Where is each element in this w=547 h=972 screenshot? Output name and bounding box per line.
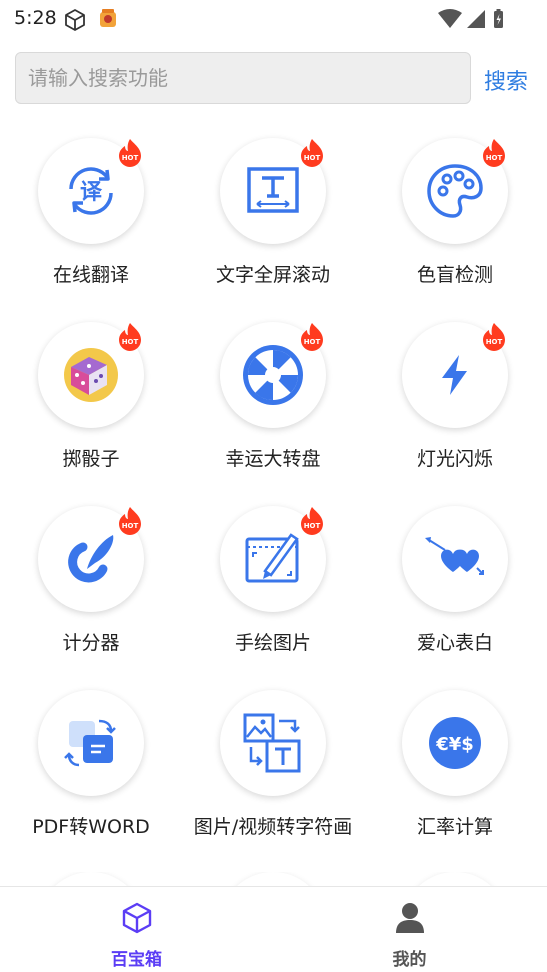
hot-badge-icon: HOT <box>119 323 141 351</box>
svg-text:HOT: HOT <box>486 154 503 162</box>
tool-label: 在线翻译 <box>52 264 129 286</box>
hot-badge-icon: HOT <box>483 139 505 167</box>
tool-label: 图片/视频转字符画 <box>193 816 353 838</box>
tab-label: 百宝箱 <box>111 950 162 970</box>
palette-icon <box>427 164 483 218</box>
tool-icon-circle: €¥$ <box>402 690 508 796</box>
drawing-icon <box>245 533 299 583</box>
tool-label: 爱心表白 <box>416 632 493 654</box>
tab-label: 我的 <box>392 950 427 970</box>
wifi-icon <box>438 9 503 28</box>
score-icon <box>68 535 114 583</box>
search-bar: 搜索 <box>0 52 547 104</box>
tool-label: 计分器 <box>62 632 120 654</box>
pdf-convert-icon <box>64 719 116 767</box>
user-icon <box>396 903 424 933</box>
text-fullscreen-icon <box>247 167 299 213</box>
hot-badge-icon: HOT <box>301 323 323 351</box>
tool-item[interactable]: 图片/视频转字符画 <box>182 690 364 874</box>
svg-text:HOT: HOT <box>122 338 139 346</box>
tool-label: 汇率计算 <box>416 816 493 838</box>
tab-mine[interactable]: 我的 <box>273 887 546 972</box>
currency-icon: €¥$ <box>429 717 481 769</box>
tool-icon-circle <box>38 690 144 796</box>
app-notification-icon <box>100 9 116 27</box>
hot-badge-icon: HOT <box>301 507 323 535</box>
dice-icon <box>64 348 118 402</box>
tool-label: 灯光闪烁 <box>416 448 493 470</box>
svg-text:译: 译 <box>80 180 103 205</box>
wheel-icon <box>243 345 303 405</box>
hot-badge-icon: HOT <box>119 507 141 535</box>
tool-item[interactable]: 译 HOT 在线翻译 <box>0 138 182 322</box>
svg-text:HOT: HOT <box>304 338 321 346</box>
svg-text:HOT: HOT <box>122 154 139 162</box>
hot-badge-icon: HOT <box>483 323 505 351</box>
svg-text:HOT: HOT <box>122 522 139 530</box>
hot-badge-icon: HOT <box>119 139 141 167</box>
tool-item[interactable]: HOT 色盲检测 <box>364 138 546 322</box>
cube-icon <box>122 902 152 934</box>
tool-label: 手绘图片 <box>234 632 311 654</box>
tool-item[interactable]: HOT 文字全屏滚动 <box>182 138 364 322</box>
image-convert-icon <box>243 713 301 773</box>
cube-notification-icon <box>65 9 85 31</box>
status-bar: 5:28 <box>0 0 547 38</box>
svg-text:HOT: HOT <box>486 338 503 346</box>
tab-toolbox[interactable]: 百宝箱 <box>0 887 273 972</box>
tool-label: 幸运大转盘 <box>225 448 321 470</box>
tool-item[interactable]: HOT 计分器 <box>0 506 182 690</box>
tool-item[interactable]: HOT 灯光闪烁 <box>364 322 546 506</box>
translate-icon: 译 <box>69 167 113 215</box>
tool-item[interactable]: HOT 手绘图片 <box>182 506 364 690</box>
tool-item[interactable]: PDF转WORD <box>0 690 182 874</box>
tool-label: 掷骰子 <box>62 448 120 470</box>
tool-icon-circle <box>402 506 508 612</box>
tool-label: 色盲检测 <box>416 264 493 286</box>
hot-badge-icon: HOT <box>301 139 323 167</box>
svg-text:€¥$: €¥$ <box>435 734 474 755</box>
hearts-icon <box>425 537 484 575</box>
search-button[interactable]: 搜索 <box>484 64 528 96</box>
status-time: 5:28 <box>14 7 57 29</box>
bottom-tab-bar: 百宝箱 我的 <box>0 886 547 972</box>
tool-item[interactable]: HOT 掷骰子 <box>0 322 182 506</box>
svg-text:HOT: HOT <box>304 154 321 162</box>
svg-text:HOT: HOT <box>304 522 321 530</box>
tool-icon-circle <box>220 690 326 796</box>
tool-item[interactable]: HOT 幸运大转盘 <box>182 322 364 506</box>
tool-item[interactable]: 爱心表白 <box>364 506 546 690</box>
tool-label: 文字全屏滚动 <box>215 264 330 286</box>
search-input[interactable] <box>15 52 471 104</box>
lightning-icon <box>442 355 467 395</box>
tool-label: PDF转WORD <box>32 816 150 838</box>
tool-item[interactable]: €¥$ 汇率计算 <box>364 690 546 874</box>
